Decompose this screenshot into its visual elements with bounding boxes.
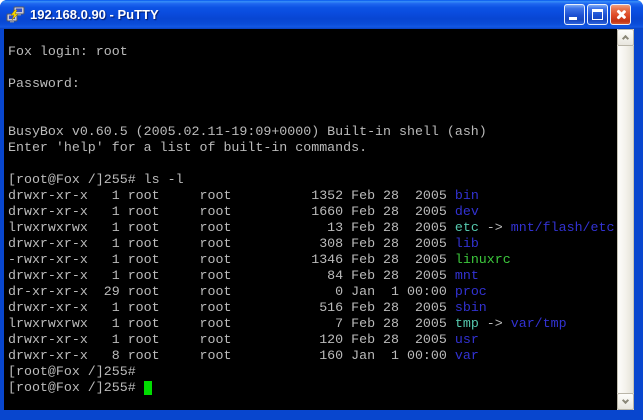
- terminal-line: Enter 'help' for a list of built-in comm…: [8, 140, 617, 156]
- ls-row: lrwxrwxrwx 1 root root 7 Feb 28 2005 tmp…: [8, 316, 617, 332]
- file-attributes: drwxr-xr-x 8 root root 160 Jan 1 00:00: [8, 348, 455, 363]
- file-attributes: drwxr-xr-x 1 root root 516 Feb 28 2005: [8, 300, 455, 315]
- symlink-arrow: ->: [479, 316, 511, 331]
- terminal-text: Password:: [8, 76, 80, 91]
- terminal-text: Fox login: root: [8, 44, 128, 59]
- file-name: usr: [455, 332, 479, 347]
- file-name: etc: [455, 220, 479, 235]
- close-icon: [614, 8, 627, 21]
- chevron-down-icon: [622, 397, 629, 404]
- file-name: sbin: [455, 300, 487, 315]
- window-controls: [564, 4, 631, 25]
- file-attributes: dr-xr-xr-x 29 root root 0 Jan 1 00:00: [8, 284, 455, 299]
- file-name: tmp: [455, 316, 479, 331]
- file-name: bin: [455, 188, 479, 203]
- ls-row: drwxr-xr-x 1 root root 1660 Feb 28 2005 …: [8, 204, 617, 220]
- file-name: linuxrc: [455, 252, 511, 267]
- symlink-arrow: ->: [479, 220, 511, 235]
- file-attributes: drwxr-xr-x 1 root root 1352 Feb 28 2005: [8, 188, 455, 203]
- file-attributes: drwxr-xr-x 1 root root 1660 Feb 28 2005: [8, 204, 455, 219]
- scrollbar-down-button[interactable]: [617, 393, 634, 410]
- titlebar[interactable]: 192.168.0.90 - PuTTY: [0, 0, 643, 29]
- file-attributes: drwxr-xr-x 1 root root 84 Feb 28 2005: [8, 268, 455, 283]
- symlink-target: var/tmp: [511, 316, 567, 331]
- command-line: [root@Fox /]255# ls -l: [8, 172, 184, 187]
- minimize-button[interactable]: [564, 4, 585, 25]
- terminal-line: [8, 108, 617, 124]
- maximize-button[interactable]: [587, 4, 608, 25]
- file-name: dev: [455, 204, 479, 219]
- ls-row: drwxr-xr-x 1 root root 120 Feb 28 2005 u…: [8, 332, 617, 348]
- terminal-cursor: [144, 381, 152, 395]
- terminal-line: [root@Fox /]255# ls -l: [8, 172, 617, 188]
- terminal-screen[interactable]: Fox login: root Password: BusyBox v0.60.5 …: [4, 29, 617, 410]
- ls-row: drwxr-xr-x 1 root root 516 Feb 28 2005 s…: [8, 300, 617, 316]
- file-attributes: drwxr-xr-x 1 root root 120 Feb 28 2005: [8, 332, 455, 347]
- ls-row: drwxr-xr-x 8 root root 160 Jan 1 00:00 v…: [8, 348, 617, 364]
- file-attributes: lrwxrwxrwx 1 root root 7 Feb 28 2005: [8, 316, 455, 331]
- window-client-area: Fox login: root Password: BusyBox v0.60.5 …: [0, 29, 643, 420]
- maximize-icon: [592, 9, 603, 20]
- putty-window: 192.168.0.90 - PuTTY Fox login: root Pass…: [0, 0, 643, 420]
- file-name: lib: [455, 236, 479, 251]
- terminal-line: [root@Fox /]255#: [8, 380, 617, 396]
- file-attributes: -rwxr-xr-x 1 root root 1346 Feb 28 2005: [8, 252, 455, 267]
- ls-row: drwxr-xr-x 1 root root 308 Feb 28 2005 l…: [8, 236, 617, 252]
- symlink-target: mnt/flash/etc: [511, 220, 615, 235]
- terminal-scrollbar[interactable]: [617, 29, 634, 410]
- terminal-line: BusyBox v0.60.5 (2005.02.11-19:09+0000) …: [8, 124, 617, 140]
- file-name: proc: [455, 284, 487, 299]
- close-button[interactable]: [610, 4, 631, 25]
- terminal-line: Fox login: root: [8, 44, 617, 60]
- ls-row: lrwxrwxrwx 1 root root 13 Feb 28 2005 et…: [8, 220, 617, 236]
- terminal-line: [8, 92, 617, 108]
- shell-prompt: [root@Fox /]255#: [8, 380, 144, 395]
- putty-app-icon: [6, 6, 26, 24]
- window-title: 192.168.0.90 - PuTTY: [30, 7, 564, 22]
- ls-row: drwxr-xr-x 1 root root 84 Feb 28 2005 mn…: [8, 268, 617, 284]
- file-attributes: lrwxrwxrwx 1 root root 13 Feb 28 2005: [8, 220, 455, 235]
- terminal-line: [8, 156, 617, 172]
- ls-row: drwxr-xr-x 1 root root 1352 Feb 28 2005 …: [8, 188, 617, 204]
- terminal-line: [8, 60, 617, 76]
- file-name: var: [455, 348, 479, 363]
- scrollbar-thumb[interactable]: [617, 46, 634, 393]
- chevron-up-icon: [622, 35, 629, 42]
- terminal-text: Enter 'help' for a list of built-in comm…: [8, 140, 367, 155]
- scrollbar-up-button[interactable]: [617, 29, 634, 46]
- terminal-text: BusyBox v0.60.5 (2005.02.11-19:09+0000) …: [8, 124, 487, 139]
- file-name: mnt: [455, 268, 479, 283]
- terminal-line: Password:: [8, 76, 617, 92]
- shell-prompt: [root@Fox /]255#: [8, 364, 136, 379]
- file-attributes: drwxr-xr-x 1 root root 308 Feb 28 2005: [8, 236, 455, 251]
- minimize-icon: [569, 17, 577, 20]
- terminal-line: [root@Fox /]255#: [8, 364, 617, 380]
- ls-row: dr-xr-xr-x 29 root root 0 Jan 1 00:00 pr…: [8, 284, 617, 300]
- ls-row: -rwxr-xr-x 1 root root 1346 Feb 28 2005 …: [8, 252, 617, 268]
